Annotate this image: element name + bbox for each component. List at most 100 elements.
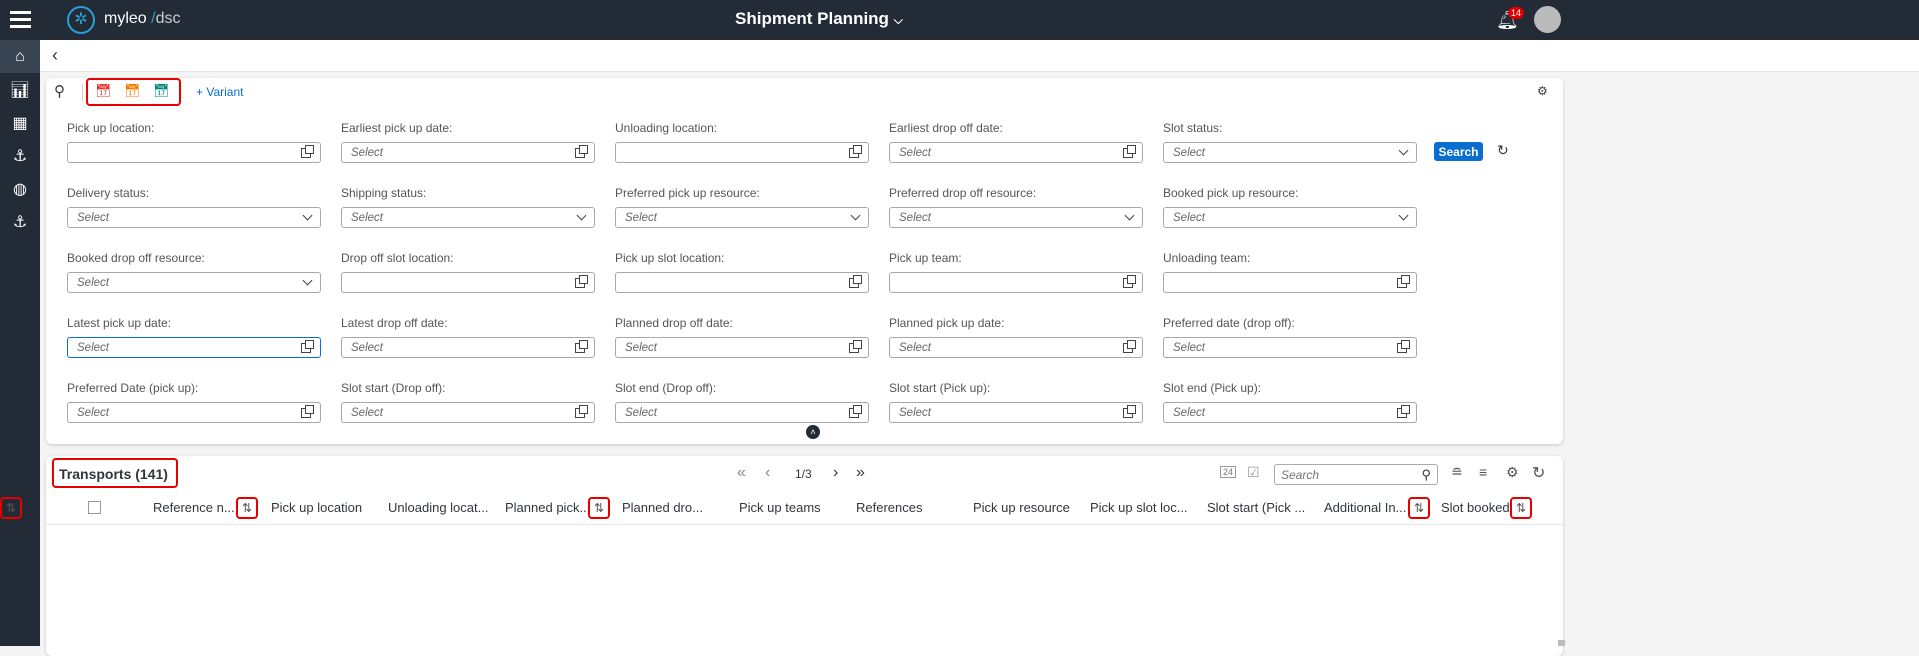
calendar-clock-icon[interactable]: 📅︎ <box>124 83 141 99</box>
value-help-icon[interactable] <box>1397 339 1410 353</box>
column-header[interactable]: Unloading locat... <box>388 500 488 515</box>
value-help-icon[interactable] <box>575 339 588 353</box>
column-header[interactable]: Planned pick... <box>505 500 590 515</box>
column-header[interactable]: Slot booked <box>1441 500 1510 515</box>
filter-field[interactable] <box>341 272 595 293</box>
sort-icon[interactable]: ⇅ <box>0 497 22 519</box>
filter-field[interactable]: Select <box>341 337 595 358</box>
value-help-icon[interactable] <box>1397 274 1410 288</box>
filter-field[interactable]: Select <box>341 142 595 163</box>
collapse-filter-button[interactable]: ˄ <box>806 425 820 439</box>
filter-field[interactable] <box>67 142 321 163</box>
search-button[interactable]: Search <box>1434 142 1483 161</box>
sidebar-globe-icon[interactable]: ◍ <box>0 172 40 205</box>
filter-field[interactable]: Select <box>889 402 1143 423</box>
filter-field[interactable]: Select <box>67 402 321 423</box>
calendar-24-icon[interactable]: 24 <box>1220 466 1237 478</box>
notifications-button[interactable]: 🔔︎ 14 <box>1496 7 1525 31</box>
filter-field[interactable]: Select <box>67 207 321 228</box>
last-page-button[interactable]: » <box>856 464 865 482</box>
filter-field[interactable]: Select <box>1163 142 1417 163</box>
sidebar-analytics-icon[interactable]: 📊︎ <box>0 73 40 106</box>
first-page-button[interactable]: « <box>737 464 746 482</box>
chevron-down-icon[interactable] <box>576 210 587 221</box>
value-help-icon[interactable] <box>575 274 588 288</box>
table-search-input[interactable] <box>1281 468 1411 482</box>
value-help-icon[interactable] <box>1123 144 1136 158</box>
group-icon[interactable]: ≡ <box>1479 464 1487 480</box>
sort-icon[interactable]: ⇅ <box>1408 497 1430 519</box>
filter-field[interactable]: Select <box>889 207 1143 228</box>
sort-icon[interactable]: ⇅ <box>1510 497 1532 519</box>
filter-field[interactable]: Select <box>341 207 595 228</box>
sort-ascending-icon[interactable]: ≘ <box>1451 464 1463 481</box>
value-help-icon[interactable] <box>849 144 862 158</box>
filter-field[interactable] <box>615 272 869 293</box>
chevron-down-icon[interactable] <box>850 210 861 221</box>
column-header[interactable]: Planned dro... <box>622 500 703 515</box>
column-header[interactable]: Additional In... <box>1324 500 1406 515</box>
refresh-icon[interactable]: ↻ <box>1532 463 1545 483</box>
sidebar-anchor-icon[interactable]: ⚓︎ <box>0 139 40 172</box>
chevron-down-icon[interactable] <box>1398 145 1409 156</box>
variant-button[interactable]: + Variant <box>196 85 243 99</box>
settings-icon[interactable]: ⚙︎ <box>1506 464 1519 481</box>
chevron-down-icon[interactable] <box>1398 210 1409 221</box>
back-button[interactable]: ‹ <box>52 45 58 66</box>
filter-field[interactable]: Select <box>341 402 595 423</box>
reset-icon[interactable]: ↻ <box>1497 142 1509 159</box>
chevron-down-icon[interactable] <box>302 275 313 286</box>
next-page-button[interactable]: › <box>833 464 838 482</box>
select-all-checkbox[interactable] <box>88 501 101 514</box>
table-search-field[interactable]: ⚲ <box>1274 464 1438 485</box>
filter-field[interactable]: Select <box>1163 337 1417 358</box>
value-help-icon[interactable] <box>1123 339 1136 353</box>
value-help-icon[interactable] <box>1123 274 1136 288</box>
value-help-icon[interactable] <box>575 404 588 418</box>
avatar[interactable] <box>1534 6 1561 33</box>
filter-field[interactable]: Select <box>1163 207 1417 228</box>
filter-field[interactable] <box>1163 272 1417 293</box>
chevron-down-icon[interactable] <box>1124 210 1135 221</box>
value-help-icon[interactable] <box>301 404 314 418</box>
filter-field[interactable]: Select <box>1163 402 1417 423</box>
filter-field[interactable]: Select <box>615 207 869 228</box>
filter-field[interactable]: Select <box>889 142 1143 163</box>
column-header[interactable]: Pick up location <box>271 500 362 515</box>
sort-icon[interactable]: ⇅ <box>588 497 610 519</box>
search-icon[interactable]: ⚲ <box>54 82 65 100</box>
value-help-icon[interactable] <box>849 339 862 353</box>
value-help-icon[interactable] <box>301 339 314 353</box>
app-title-menu[interactable]: Shipment Planning ⌵ <box>735 9 903 29</box>
value-help-icon[interactable] <box>301 144 314 158</box>
column-header[interactable]: Pick up resource <box>973 500 1070 515</box>
value-help-icon[interactable] <box>1397 404 1410 418</box>
filter-field[interactable]: Select <box>67 337 321 358</box>
scrollbar[interactable] <box>1558 640 1565 646</box>
value-help-icon[interactable] <box>1123 404 1136 418</box>
filter-field[interactable]: Select <box>615 402 869 423</box>
column-header[interactable]: References <box>856 500 922 515</box>
chevron-down-icon[interactable] <box>302 210 313 221</box>
sidebar-home-icon[interactable]: ⌂ <box>0 40 40 73</box>
value-help-icon[interactable] <box>575 144 588 158</box>
column-header[interactable]: Pick up slot loc... <box>1090 500 1188 515</box>
calendar-grid-icon[interactable]: 📅︎ <box>153 83 170 99</box>
calendar-check-icon[interactable]: ☑ <box>1247 464 1260 481</box>
settings-icon[interactable]: ⚙︎ <box>1537 84 1548 98</box>
column-header[interactable]: Pick up teams <box>739 500 821 515</box>
column-header[interactable]: Reference n... <box>153 500 235 515</box>
filter-field[interactable]: Select <box>615 337 869 358</box>
calendar-add-icon[interactable]: 📅︎ <box>95 83 112 99</box>
value-help-icon[interactable] <box>849 404 862 418</box>
filter-field[interactable]: Select <box>889 337 1143 358</box>
filter-field[interactable]: Select <box>67 272 321 293</box>
sidebar-anchor-2-icon[interactable]: ⚓︎ <box>0 205 40 238</box>
sort-icon[interactable]: ⇅ <box>236 497 258 519</box>
menu-icon[interactable] <box>10 11 31 28</box>
filter-field[interactable] <box>889 272 1143 293</box>
sidebar-dashboard-icon[interactable]: ▦ <box>0 106 40 139</box>
value-help-icon[interactable] <box>849 274 862 288</box>
search-icon[interactable]: ⚲ <box>1421 467 1431 483</box>
prev-page-button[interactable]: ‹ <box>765 464 770 482</box>
